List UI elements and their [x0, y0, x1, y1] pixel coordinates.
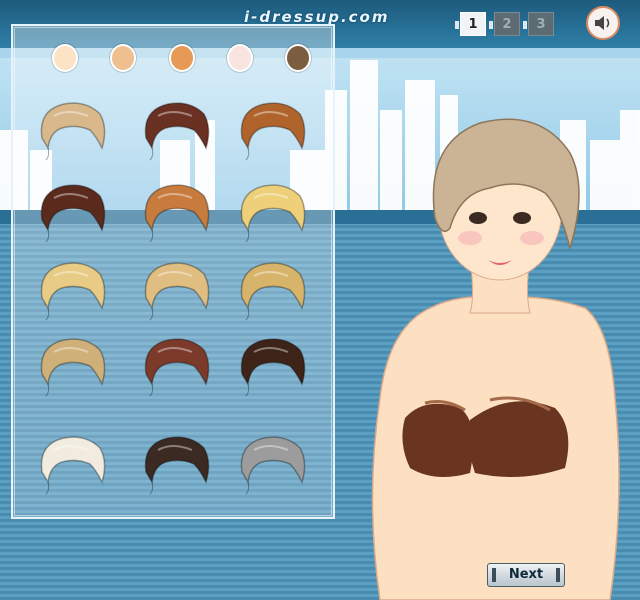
hairstyle-icon	[240, 338, 306, 397]
hairstyle-icon	[144, 102, 210, 161]
hairstyle-7[interactable]	[36, 258, 108, 324]
speaker-icon	[595, 16, 610, 30]
hairstyle-icon	[240, 102, 306, 161]
skin-tone-swatch-5[interactable]	[285, 44, 311, 72]
hairstyle-14[interactable]	[140, 432, 212, 498]
hairstyle-icon	[240, 184, 306, 243]
game-scene: i-dressup.com 1 2 3 Next	[0, 0, 640, 600]
hairstyle-4[interactable]	[36, 180, 108, 246]
skin-tone-swatches	[52, 44, 312, 78]
next-button[interactable]: Next	[487, 563, 565, 587]
hairstyle-icon	[144, 338, 210, 397]
page-1-button[interactable]: 1	[455, 12, 486, 36]
hairstyle-8[interactable]	[140, 258, 212, 324]
sound-toggle-button[interactable]	[586, 6, 620, 40]
hairstyle-icon	[40, 102, 106, 161]
hairstyle-icon	[40, 262, 106, 321]
skin-tone-swatch-1[interactable]	[52, 44, 78, 72]
hairstyle-icon	[40, 338, 106, 397]
hairstyle-12[interactable]	[236, 334, 308, 400]
hairstyle-9[interactable]	[236, 258, 308, 324]
hairstyle-icon	[144, 262, 210, 321]
hairstyle-15[interactable]	[236, 432, 308, 498]
hairstyle-icon	[240, 262, 306, 321]
page-3-button[interactable]: 3	[523, 12, 554, 36]
hairstyle-5[interactable]	[140, 180, 212, 246]
skin-tone-swatch-4[interactable]	[227, 44, 253, 72]
hairstyle-icon	[40, 436, 106, 495]
hairstyle-1[interactable]	[36, 98, 108, 164]
hairstyle-2[interactable]	[140, 98, 212, 164]
hairstyle-3[interactable]	[236, 98, 308, 164]
hairstyle-icon	[240, 436, 306, 495]
skin-tone-swatch-3[interactable]	[169, 44, 195, 72]
hairstyle-11[interactable]	[140, 334, 212, 400]
skin-tone-swatch-2[interactable]	[110, 44, 136, 72]
hairstyle-icon	[144, 436, 210, 495]
hairstyle-10[interactable]	[36, 334, 108, 400]
dress-up-model	[370, 98, 640, 600]
hairstyle-6[interactable]	[236, 180, 308, 246]
hairstyle-icon	[40, 184, 106, 243]
page-selector: 1 2 3	[455, 12, 562, 36]
hairstyle-13[interactable]	[36, 432, 108, 498]
hairstyle-icon	[144, 184, 210, 243]
page-2-button[interactable]: 2	[489, 12, 520, 36]
